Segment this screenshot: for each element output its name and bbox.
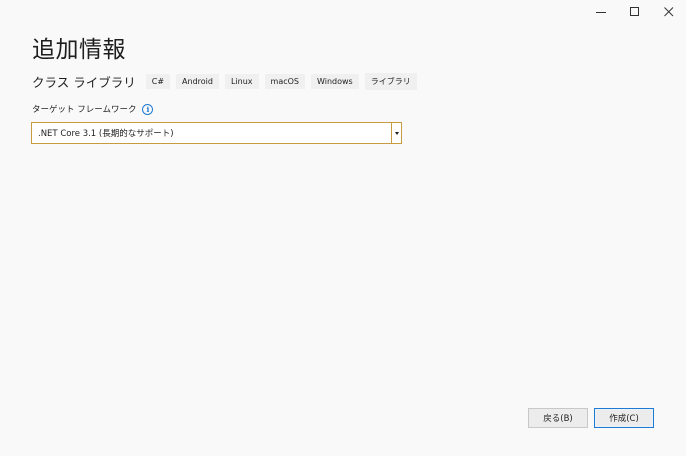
framework-label: ターゲット フレームワーク [32, 105, 137, 115]
chevron-down-icon[interactable] [391, 123, 401, 143]
tag-library: ライブラリ [364, 72, 417, 90]
framework-select[interactable]: .NET Core 3.1 (長期的なサポート) [31, 122, 402, 144]
create-button[interactable]: 作成(C) [594, 408, 654, 428]
framework-label-row: ターゲット フレームワーク i [32, 103, 154, 115]
close-icon [664, 7, 674, 17]
window-controls [584, 0, 686, 24]
template-name: クラス ライブラリ [32, 74, 136, 90]
maximize-icon [630, 7, 639, 16]
back-button[interactable]: 戻る(B) [528, 408, 588, 428]
tag-android: Android [176, 73, 219, 89]
additional-info-window: 追加情報 クラス ライブラリ C# Android Linux macOS Wi… [0, 0, 686, 456]
tag-macos: macOS [264, 73, 305, 89]
page-title: 追加情報 [32, 37, 126, 63]
framework-select-value: .NET Core 3.1 (長期的なサポート) [38, 129, 174, 139]
tag-csharp: C# [145, 73, 171, 89]
tag-linux: Linux [224, 73, 259, 89]
info-icon[interactable]: i [142, 103, 154, 115]
minimize-icon [596, 12, 606, 13]
template-info: クラス ライブラリ C# Android Linux macOS Windows… [32, 72, 423, 90]
tag-windows: Windows [311, 73, 359, 89]
maximize-button[interactable] [618, 0, 652, 24]
minimize-button[interactable] [584, 0, 618, 24]
close-button[interactable] [652, 0, 686, 24]
